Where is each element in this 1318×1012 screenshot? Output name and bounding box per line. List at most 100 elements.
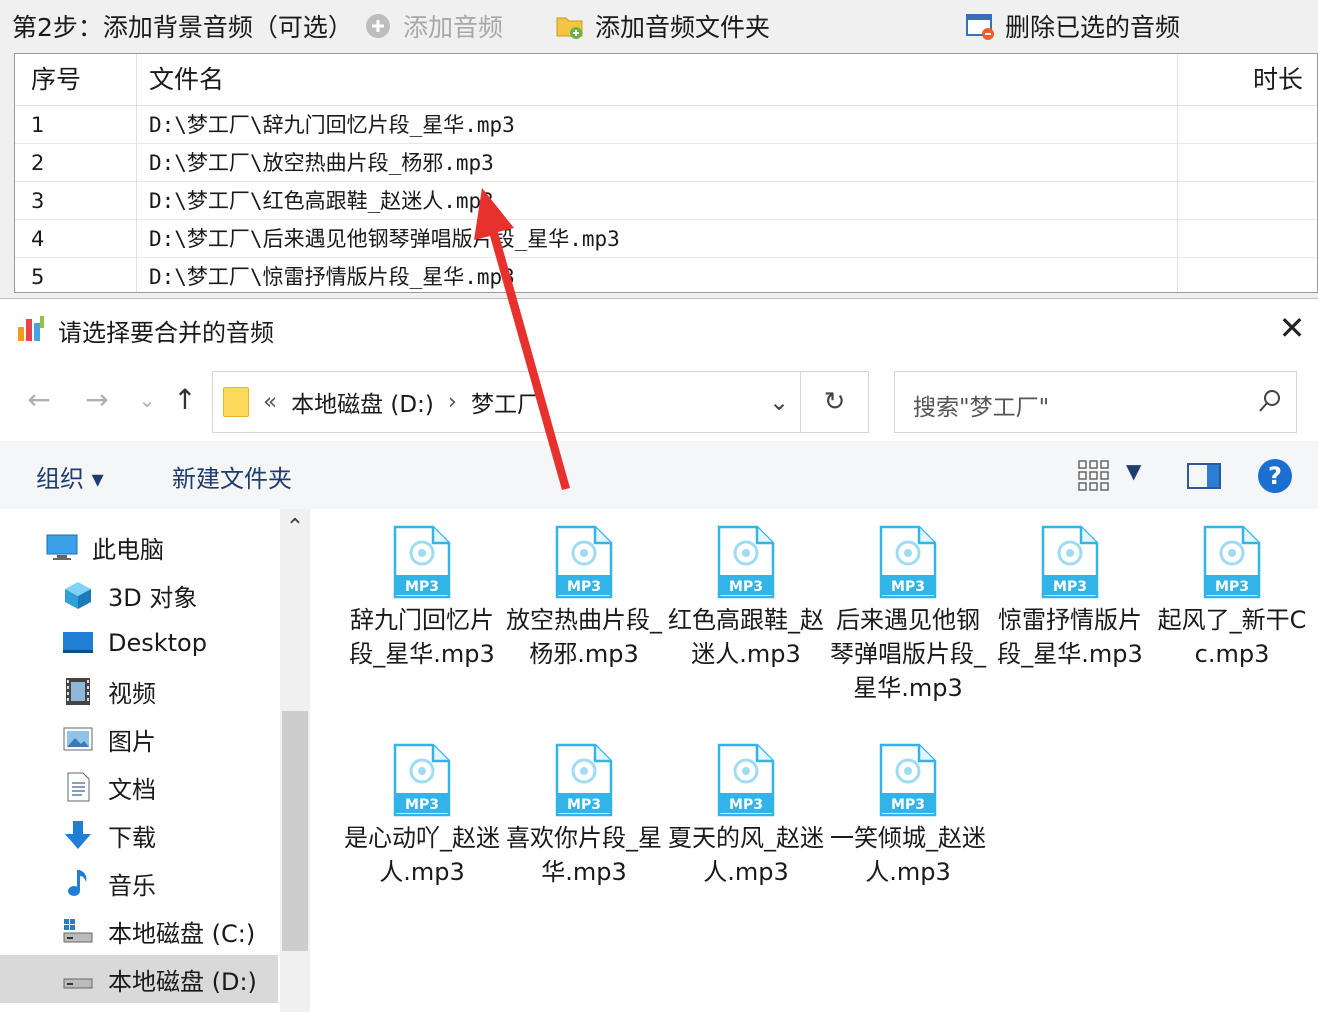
path-overflow-icon[interactable]: « xyxy=(263,389,277,415)
folder-icon xyxy=(223,387,249,417)
file-item[interactable]: MP3 辞九门回忆片段_星华.mp3 xyxy=(342,509,502,671)
search-input[interactable]: 搜索"梦工厂" xyxy=(913,388,1049,422)
file-item[interactable]: MP3 放空热曲片段_杨邪.mp3 xyxy=(504,509,664,671)
search-box[interactable]: 搜索"梦工厂" xyxy=(894,371,1297,433)
sidebar-item-label: 文档 xyxy=(108,775,156,804)
address-bar[interactable]: « 本地磁盘 (D:) › 梦工厂 ⌄ ↻ xyxy=(212,371,869,433)
add-audio-folder-label: 添加音频文件夹 xyxy=(595,13,771,42)
file-item[interactable]: MP3 惊雷抒情版片段_星华.mp3 xyxy=(990,509,1150,671)
sidebar-item-label: 此电脑 xyxy=(92,535,164,564)
mp3-file-icon: MP3 xyxy=(1039,525,1101,599)
table-row[interactable]: 1 D:\梦工厂\辞九门回忆片段_星华.mp3 xyxy=(15,106,1317,144)
sidebar-item-drive-c[interactable]: 本地磁盘 (C:) xyxy=(0,907,278,955)
file-name: 喜欢你片段_星华.mp3 xyxy=(506,824,662,886)
sidebar-item-pictures[interactable]: 图片 xyxy=(0,715,278,763)
add-audio-folder-button[interactable]: 添加音频文件夹 xyxy=(555,6,770,46)
up-arrow-icon[interactable]: ↑ xyxy=(168,383,202,417)
document-icon xyxy=(62,772,94,802)
file-item[interactable]: MP3 起风了_新干Cc.mp3 xyxy=(1152,509,1312,671)
sidebar-item-videos[interactable]: 视频 xyxy=(0,667,278,715)
download-icon xyxy=(62,820,94,850)
refresh-icon[interactable]: ↻ xyxy=(800,372,868,432)
row-filename: D:\梦工厂\辞九门回忆片段_星华.mp3 xyxy=(149,113,515,137)
sidebar-item-desktop[interactable]: Desktop xyxy=(0,619,278,667)
close-icon[interactable]: ✕ xyxy=(1276,312,1308,344)
row-no: 1 xyxy=(31,113,45,137)
file-name: 夏天的风_赵迷人.mp3 xyxy=(668,824,824,886)
scroll-thumb[interactable] xyxy=(282,711,308,951)
mp3-file-icon: MP3 xyxy=(877,525,939,599)
mp3-file-icon: MP3 xyxy=(715,743,777,817)
scroll-up-icon[interactable]: ⌃ xyxy=(280,513,310,543)
audio-file-table[interactable]: 序号 文件名 时长 1 D:\梦工厂\辞九门回忆片段_星华.mp3 2 D:\梦… xyxy=(14,53,1318,293)
table-row[interactable]: 2 D:\梦工厂\放空热曲片段_杨邪.mp3 xyxy=(15,144,1317,182)
mp3-file-icon: MP3 xyxy=(553,743,615,817)
preview-pane-icon[interactable] xyxy=(1187,463,1221,489)
navigation-bar: ← → ⌄ ↑ « 本地磁盘 (D:) › 梦工厂 ⌄ ↻ 搜索"梦工厂" xyxy=(0,371,1318,433)
row-no: 3 xyxy=(31,189,45,213)
delete-window-icon xyxy=(965,11,995,41)
new-folder-button[interactable]: 新建文件夹 xyxy=(172,459,292,494)
sidebar-item-3d-objects[interactable]: 3D 对象 xyxy=(0,571,278,619)
row-no: 5 xyxy=(31,265,45,289)
file-item[interactable]: MP3 红色高跟鞋_赵迷人.mp3 xyxy=(666,509,826,671)
breadcrumb-separator-icon[interactable]: › xyxy=(448,389,457,415)
file-name: 辞九门回忆片段_星华.mp3 xyxy=(349,606,495,668)
help-icon[interactable]: ? xyxy=(1258,459,1292,493)
step-toolbar: 第2步：添加背景音频（可选） 添加音频 添加音频文件夹 删除已选的音频 xyxy=(0,0,1318,52)
sidebar-item-label: 视频 xyxy=(108,679,156,708)
sidebar-item-label: 本地磁盘 (D:) xyxy=(108,967,257,996)
drive-d-icon xyxy=(62,964,94,994)
organize-button[interactable]: 组织 ▾ xyxy=(36,459,104,494)
forward-arrow-icon[interactable]: → xyxy=(80,383,114,417)
mp3-badge-text: MP3 xyxy=(729,579,763,595)
add-audio-label: 添加音频 xyxy=(403,13,504,42)
sidebar-item-label: 本地磁盘 (C:) xyxy=(108,919,256,948)
breadcrumb-folder[interactable]: 梦工厂 xyxy=(471,385,540,419)
delete-selected-audio-button[interactable]: 删除已选的音频 xyxy=(965,6,1180,46)
sidebar-item-drive-d[interactable]: 本地磁盘 (D:) xyxy=(0,955,278,1003)
desktop-icon xyxy=(62,628,94,658)
recent-locations-icon[interactable]: ⌄ xyxy=(130,383,164,417)
search-icon[interactable] xyxy=(1255,386,1285,416)
file-item[interactable]: MP3 喜欢你片段_星华.mp3 xyxy=(504,727,664,889)
file-name: 是心动吖_赵迷人.mp3 xyxy=(344,824,500,886)
file-name: 后来遇见他钢琴弹唱版片段_星华.mp3 xyxy=(830,606,986,702)
mp3-file-icon: MP3 xyxy=(715,525,777,599)
view-options-icon[interactable] xyxy=(1077,459,1111,493)
table-row[interactable]: 5 D:\梦工厂\惊雷抒情版片段_星华.mp3 xyxy=(15,258,1317,292)
row-filename: D:\梦工厂\红色高跟鞋_赵迷人.mp3 xyxy=(149,189,494,213)
file-item[interactable]: MP3 夏天的风_赵迷人.mp3 xyxy=(666,727,826,889)
file-name: 起风了_新干Cc.mp3 xyxy=(1157,606,1307,668)
add-audio-button[interactable]: 添加音频 xyxy=(363,6,503,46)
file-item[interactable]: MP3 后来遇见他钢琴弹唱版片段_星华.mp3 xyxy=(828,509,988,705)
row-no: 4 xyxy=(31,227,45,251)
table-row[interactable]: 3 D:\梦工厂\红色高跟鞋_赵迷人.mp3 xyxy=(15,182,1317,220)
navigation-pane: 此电脑 3D 对象 Desktop 视频 图片 文档 下载 音乐 本地磁盘 (C… xyxy=(0,509,280,1012)
sidebar-item-label: Desktop xyxy=(108,629,207,657)
header-no[interactable]: 序号 xyxy=(31,54,81,106)
sidebar-item-documents[interactable]: 文档 xyxy=(0,763,278,811)
view-dropdown-icon[interactable]: ▼ xyxy=(1126,459,1141,483)
file-item[interactable]: MP3 一笑倾城_赵迷人.mp3 xyxy=(828,727,988,889)
table-row[interactable]: 4 D:\梦工厂\后来遇见他钢琴弹唱版片段_星华.mp3 xyxy=(15,220,1317,258)
mp3-file-icon: MP3 xyxy=(391,743,453,817)
header-filename[interactable]: 文件名 xyxy=(149,54,224,106)
breadcrumb-drive[interactable]: 本地磁盘 (D:) xyxy=(291,385,434,419)
sidebar-scrollbar[interactable]: ⌃ xyxy=(280,509,310,1012)
sidebar-item-downloads[interactable]: 下载 xyxy=(0,811,278,859)
folder-add-icon xyxy=(555,11,585,41)
mp3-file-icon: MP3 xyxy=(391,525,453,599)
row-no: 2 xyxy=(31,151,45,175)
header-duration[interactable]: 时长 xyxy=(1253,54,1303,106)
chevron-down-icon[interactable]: ⌄ xyxy=(758,372,800,432)
back-arrow-icon[interactable]: ← xyxy=(22,383,56,417)
file-name: 一笑倾城_赵迷人.mp3 xyxy=(830,824,986,886)
computer-icon xyxy=(46,532,78,562)
dialog-titlebar: 请选择要合并的音频 ✕ xyxy=(0,299,1318,359)
sidebar-item-this-pc[interactable]: 此电脑 xyxy=(0,523,278,571)
file-item[interactable]: MP3 是心动吖_赵迷人.mp3 xyxy=(342,727,502,889)
sidebar-item-music[interactable]: 音乐 xyxy=(0,859,278,907)
file-name: 惊雷抒情版片段_星华.mp3 xyxy=(997,606,1143,668)
row-filename: D:\梦工厂\放空热曲片段_杨邪.mp3 xyxy=(149,151,494,175)
